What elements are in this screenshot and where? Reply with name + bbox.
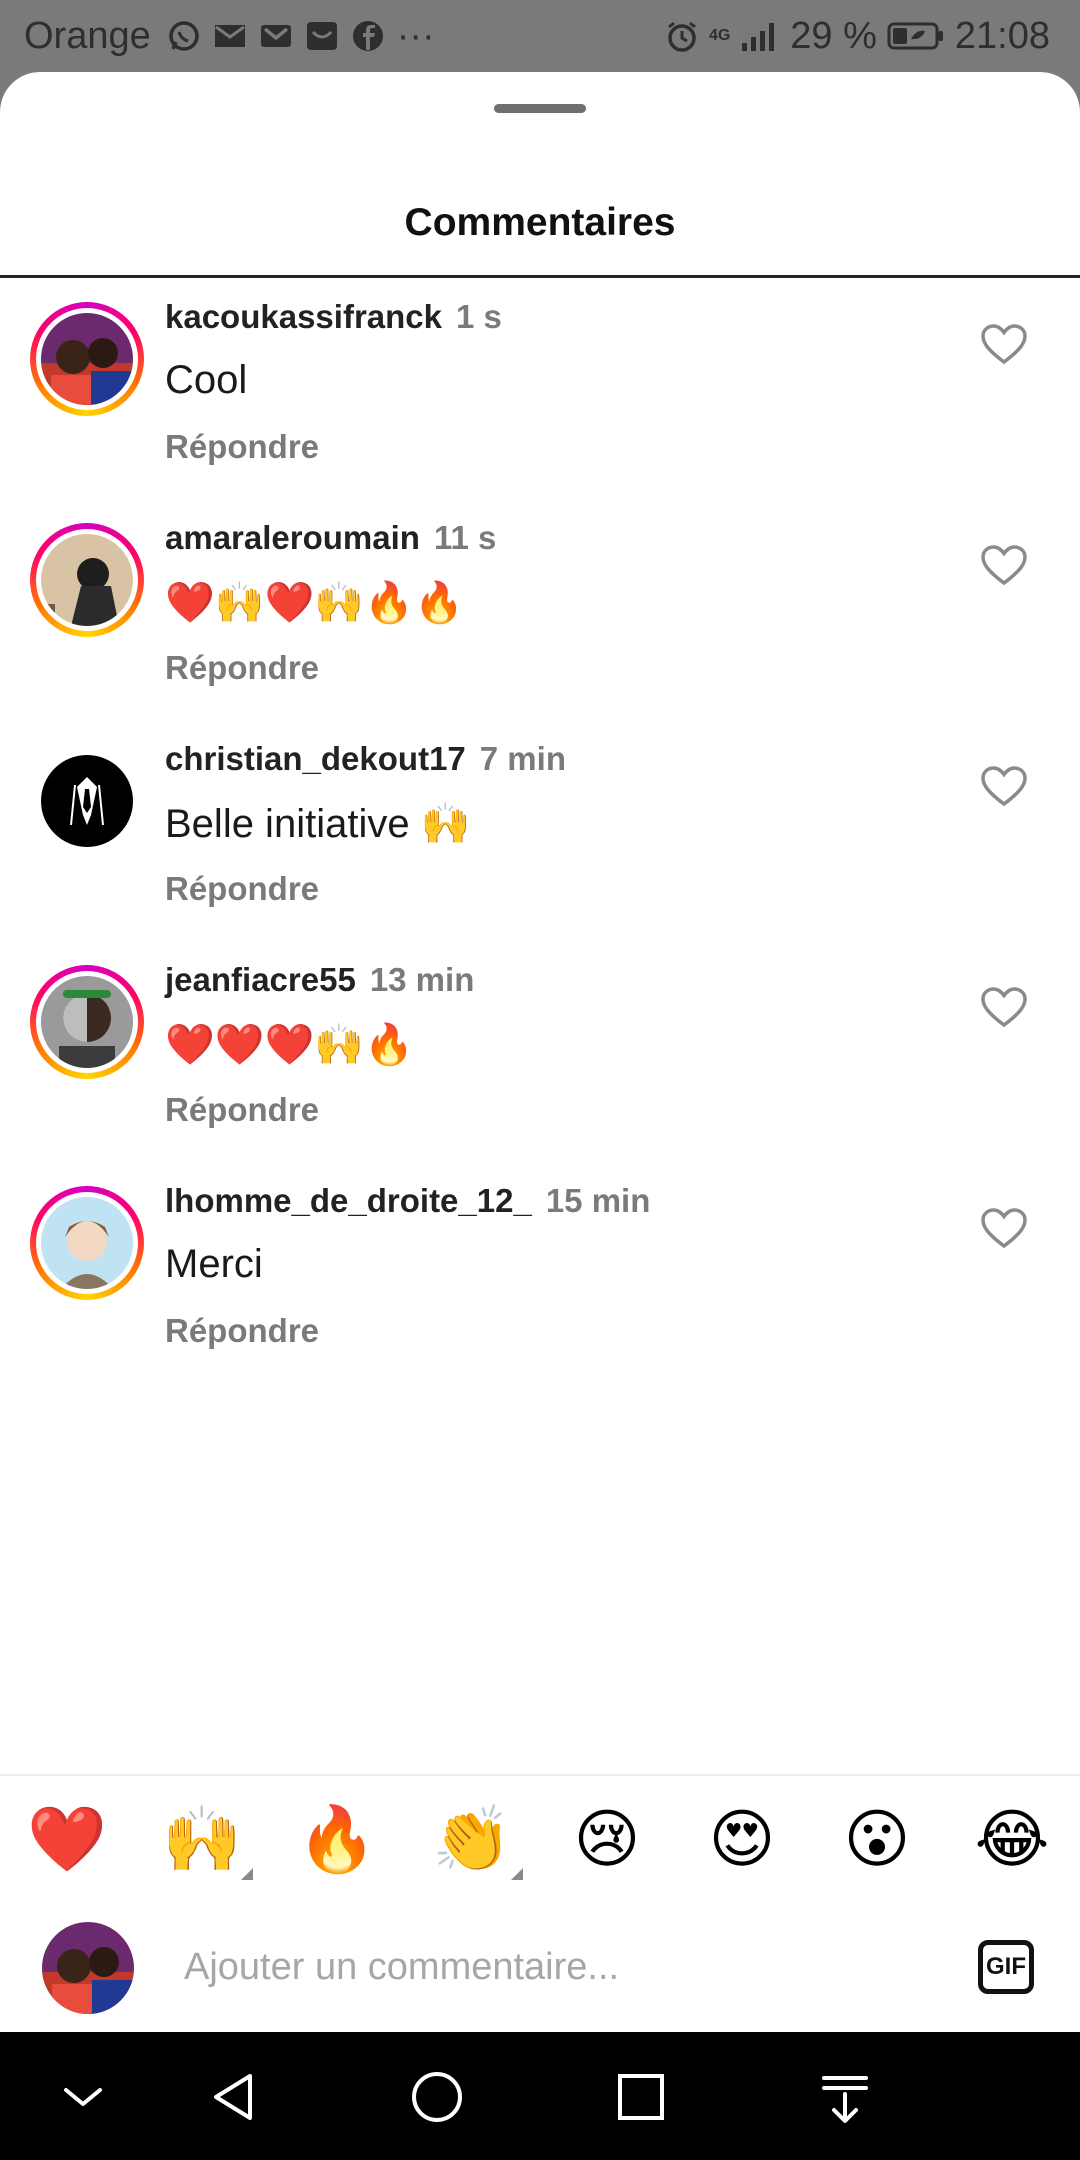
clock: 21:08: [954, 14, 1050, 57]
gif-button[interactable]: GIF: [978, 1940, 1034, 1994]
like-heart-icon[interactable]: [980, 765, 1028, 807]
mail-icon: [214, 25, 245, 47]
story-ring[interactable]: [30, 965, 144, 1079]
like-heart-icon[interactable]: [980, 323, 1028, 365]
emoji-laughing-button[interactable]: 😂: [967, 1794, 1057, 1884]
reply-button[interactable]: Répondre: [165, 649, 319, 687]
inbox-icon: [306, 22, 337, 50]
comment-item: christian_dekout17 7 min Belle initiative…: [0, 720, 1080, 920]
emoji-crying-button[interactable]: 😢: [562, 1794, 652, 1884]
emoji-raised-hands: 🙌: [162, 1803, 242, 1875]
battery-icon: [887, 22, 943, 50]
comment-text: ❤️❤️❤️🙌🔥: [165, 1023, 415, 1067]
status-bar: Orange ··· 4G 29 % 21:08: [0, 0, 1080, 72]
reply-button[interactable]: Répondre: [165, 428, 319, 466]
notification-pull-icon[interactable]: [810, 2062, 880, 2132]
like-heart-icon[interactable]: [980, 544, 1028, 586]
back-icon[interactable]: [200, 2062, 270, 2132]
comment-username[interactable]: lhomme_de_droite_12_: [165, 1182, 532, 1219]
comment-time: 15 min: [545, 1182, 651, 1219]
avatar: [41, 976, 133, 1068]
recent-apps-icon[interactable]: [606, 2062, 676, 2132]
comment-time: 13 min: [369, 961, 475, 998]
system-navigation-bar: [0, 2032, 1080, 2160]
gmail-icon: [260, 25, 291, 47]
comment-time: 11 s: [433, 519, 497, 556]
alarm-icon: [668, 21, 696, 52]
story-ring[interactable]: [30, 302, 144, 416]
comment-composer: GIF: [0, 1902, 1080, 2032]
emoji-clap: 👏: [432, 1803, 512, 1875]
comment-username[interactable]: jeanfiacre55: [165, 961, 356, 998]
avatar: [41, 1197, 133, 1289]
chevron-down-icon[interactable]: [48, 2062, 118, 2132]
avatar: [41, 755, 133, 847]
comment-username[interactable]: amaraleroumain: [165, 519, 420, 556]
more-notifications-icon: ···: [396, 14, 435, 57]
story-ring[interactable]: [30, 1186, 144, 1300]
whatsapp-icon: [169, 21, 199, 51]
sheet-title: Commentaires: [404, 201, 676, 244]
emoji-raised-hands-button[interactable]: 🙌: [157, 1794, 253, 1884]
comment-item: kacoukassifranck 1 s Cool Répondre: [0, 278, 1080, 478]
avatar: [41, 313, 133, 405]
battery-percent: 29 %: [790, 14, 877, 57]
comment-input[interactable]: [182, 1934, 946, 2000]
comments-sheet: Commentaires kacoukassifranck 1 s Cool Ré…: [0, 72, 1080, 2032]
signal-icon: [742, 23, 775, 51]
emoji-heart-eyes-button[interactable]: 😍: [697, 1794, 787, 1884]
carrier-label: Orange: [24, 14, 151, 57]
emoji-surprised-button[interactable]: 😮: [832, 1794, 922, 1884]
quick-emoji-bar: ❤️ 🙌 🔥 👏 😢 😍 😮 😂: [0, 1774, 1080, 1904]
comment-username[interactable]: kacoukassifranck: [165, 298, 442, 335]
comment-item: lhomme_de_droite_12_ 15 min Merci Répondr…: [0, 1162, 1080, 1362]
comment-time: 7 min: [479, 740, 566, 777]
facebook-icon: [352, 21, 383, 51]
avatar-frame[interactable]: [30, 744, 144, 858]
like-heart-icon[interactable]: [980, 1207, 1028, 1249]
comment-username[interactable]: christian_dekout17: [165, 740, 466, 777]
like-heart-icon[interactable]: [980, 986, 1028, 1028]
reply-button[interactable]: Répondre: [165, 1312, 319, 1350]
comment-text: Merci: [165, 1242, 263, 1286]
reply-button[interactable]: Répondre: [165, 1091, 319, 1129]
comment-time: 1 s: [456, 298, 502, 335]
comment-item: amaraleroumain 11 s ❤️🙌❤️🙌🔥🔥 Répondre: [0, 499, 1080, 699]
emoji-fire-button[interactable]: 🔥: [292, 1794, 382, 1884]
sheet-drag-handle[interactable]: [494, 104, 586, 113]
comment-text: Cool: [165, 358, 248, 402]
network-type-label: 4G: [708, 27, 731, 44]
story-ring[interactable]: [30, 523, 144, 637]
comment-text: ❤️🙌❤️🙌🔥🔥: [165, 581, 464, 625]
current-user-avatar: [42, 1922, 134, 2014]
comment-item: jeanfiacre55 13 min ❤️❤️❤️🙌🔥 Répondre: [0, 941, 1080, 1141]
home-icon[interactable]: [402, 2062, 472, 2132]
reply-button[interactable]: Répondre: [165, 870, 319, 908]
emoji-heart-button[interactable]: ❤️: [22, 1794, 112, 1884]
comment-text: Belle initiative 🙌: [165, 802, 471, 846]
emoji-clap-button[interactable]: 👏: [427, 1794, 523, 1884]
avatar: [41, 534, 133, 626]
